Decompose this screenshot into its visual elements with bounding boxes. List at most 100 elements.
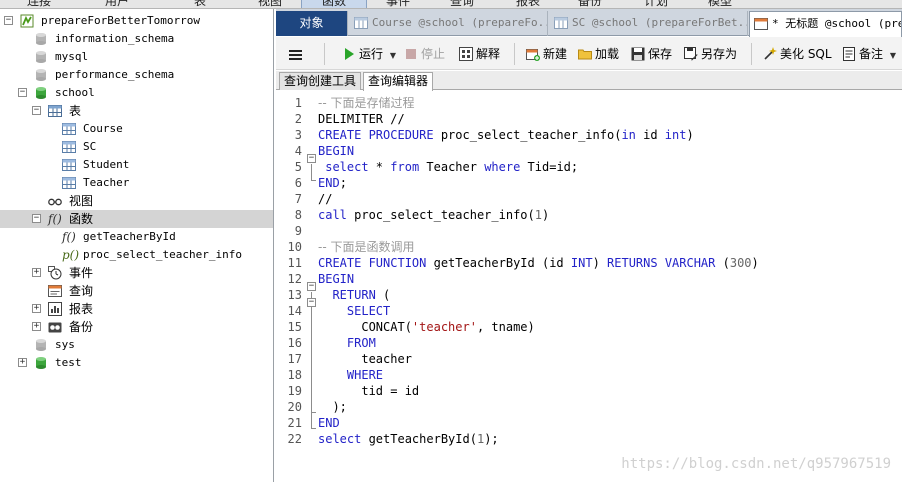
line-number: 7 — [294, 192, 302, 206]
tree-reports-group[interactable]: + 报表 — [32, 300, 272, 318]
magic-wand-icon — [764, 46, 777, 60]
code-token: select — [318, 432, 362, 446]
code-token: -- 下面是存储过程 — [318, 96, 415, 110]
fold-collapse-icon[interactable]: − — [307, 298, 316, 307]
code-token: END — [318, 176, 340, 190]
functions-label: 函数 — [69, 212, 94, 226]
line-number: 2 — [294, 112, 302, 126]
save-as-label: 另存为 — [701, 47, 738, 61]
code-token: call — [318, 208, 347, 222]
code-token: , tname) — [476, 320, 535, 334]
chevron-down-icon[interactable]: ▼ — [390, 51, 396, 60]
chevron-down-icon[interactable]: ▼ — [890, 51, 896, 60]
run-button[interactable]: 运行 ▼ — [342, 44, 396, 64]
query-pane: 对象 Course @school (prepareFo... SC @scho… — [276, 9, 902, 482]
tree-procedure-proc-select-teacher-info[interactable]: p() proc_select_teacher_info — [62, 246, 272, 264]
toolbar-event[interactable]: 事件 — [370, 0, 426, 8]
line-number-gutter: 1 2 3 4 5 6 7 8 9 10 11 12 13 14 15 16 17 18 19 20 21 22 — [276, 91, 306, 482]
table-icon — [354, 17, 368, 29]
tree-function-getteacherbyid[interactable]: f() getTeacherById — [62, 228, 272, 246]
toolbar-table[interactable]: 表 — [160, 0, 240, 8]
tab-objects[interactable]: 对象 — [276, 11, 348, 36]
code-token: ); — [484, 432, 499, 446]
line-number: 4 — [294, 144, 302, 158]
tree-db-school[interactable]: − school — [18, 84, 272, 102]
collapse-icon[interactable]: − — [18, 88, 27, 97]
db-label: school — [55, 86, 95, 99]
stop-label: 停止 — [421, 47, 446, 61]
toolbar-report[interactable]: 报表 — [500, 0, 556, 8]
expand-icon[interactable]: + — [18, 358, 27, 367]
save-button[interactable]: 保存 — [631, 44, 672, 64]
tree-db-mysql[interactable]: mysql — [34, 48, 272, 66]
tree-backups-group[interactable]: + 备份 — [32, 318, 272, 336]
tree-db-test[interactable]: + test — [18, 354, 272, 372]
tree-connection[interactable]: − prepareForBetterTomorrow — [4, 12, 272, 30]
toolbar-backup[interactable]: 备份 — [562, 0, 618, 8]
line-number: 10 — [287, 240, 302, 254]
code-token: Tid=id; — [520, 160, 579, 174]
tree-table-teacher[interactable]: Teacher — [62, 174, 272, 192]
tree-table-student[interactable]: Student — [62, 156, 272, 174]
line-number: 13 — [287, 288, 302, 302]
tree-views-group[interactable]: 视图 — [48, 192, 272, 210]
fold-collapse-icon[interactable]: − — [307, 154, 316, 163]
table-label: Teacher — [83, 176, 130, 189]
tree-table-course[interactable]: Course — [62, 120, 272, 138]
load-button[interactable]: 加载 — [578, 44, 619, 64]
code-line: WHERE — [318, 367, 383, 383]
code-token: select — [318, 160, 369, 174]
tab-label: * 无标题 @school (prep — [772, 17, 902, 30]
collapse-icon[interactable]: − — [4, 16, 13, 25]
tree-db-sys[interactable]: sys — [34, 336, 272, 354]
sql-editor[interactable]: 1 2 3 4 5 6 7 8 9 10 11 12 13 14 15 16 17 18 19 20 21 22 -- 下… — [276, 91, 902, 482]
code-token: tid = id — [318, 384, 420, 398]
tree-db-performance-schema[interactable]: performance_schema — [34, 66, 272, 84]
explain-button[interactable]: 解释 — [459, 44, 500, 64]
tree-table-sc[interactable]: SC — [62, 138, 272, 156]
line-number: 18 — [287, 368, 302, 382]
code-token: 300 — [729, 256, 752, 270]
table-icon — [554, 17, 568, 29]
beautify-sql-button[interactable]: 美化 SQL — [763, 44, 832, 64]
expand-icon[interactable]: + — [32, 322, 41, 331]
notes-button[interactable]: 备注 ▼ — [842, 44, 896, 64]
backups-label: 备份 — [69, 320, 94, 334]
tree-db-information-schema[interactable]: information_schema — [34, 30, 272, 48]
expand-icon[interactable]: + — [32, 268, 41, 277]
toolbar-user[interactable]: 用户 — [78, 0, 156, 8]
database-icon — [36, 339, 46, 351]
toolbar-connect[interactable]: 连接 — [0, 0, 78, 8]
toolbar-view[interactable]: 视图 — [240, 0, 300, 8]
toolbar-model[interactable]: 模型 — [692, 0, 748, 8]
editor-subtabs: 查询创建工具 查询编辑器 — [276, 71, 902, 91]
menu-button[interactable] — [288, 44, 304, 64]
line-number: 1 — [294, 96, 302, 110]
save-as-button[interactable]: 另存为 — [684, 44, 737, 64]
procedure-label: proc_select_teacher_info — [83, 248, 242, 261]
new-button[interactable]: 新建 — [526, 44, 567, 64]
toolbar-schedule[interactable]: 计划 — [628, 0, 684, 8]
collapse-icon[interactable]: − — [32, 106, 41, 115]
tab-sc[interactable]: SC @school (prepareForBet... — [550, 11, 748, 36]
tables-label: 表 — [69, 104, 82, 118]
toolbar-query[interactable]: 查询 — [434, 0, 490, 8]
tab-query-builder[interactable]: 查询创建工具 — [279, 72, 362, 90]
code-token: END — [318, 416, 340, 430]
tree-queries-group[interactable]: 查询 — [48, 282, 272, 300]
tab-query-editor[interactable]: 查询编辑器 — [363, 72, 434, 91]
fold-collapse-icon[interactable]: − — [307, 282, 316, 291]
code-token: BEGIN — [318, 272, 355, 286]
tree-events-group[interactable]: + 事件 — [32, 264, 272, 282]
expand-icon[interactable]: + — [32, 304, 41, 313]
code-token: ) — [686, 128, 694, 142]
tree-functions-group[interactable]: − f() 函数 — [0, 210, 273, 228]
collapse-icon[interactable]: − — [32, 214, 41, 223]
code-line: tid = id — [318, 383, 419, 399]
stop-button[interactable]: 停止 — [404, 44, 445, 64]
code-line: END — [318, 415, 340, 431]
tab-untitled-query[interactable]: * 无标题 @school (prep — [749, 11, 902, 37]
toolbar-function[interactable]: 函数 — [301, 0, 367, 8]
tree-tables-group[interactable]: − 表 — [32, 102, 272, 120]
tab-course[interactable]: Course @school (prepareFo... — [350, 11, 548, 36]
